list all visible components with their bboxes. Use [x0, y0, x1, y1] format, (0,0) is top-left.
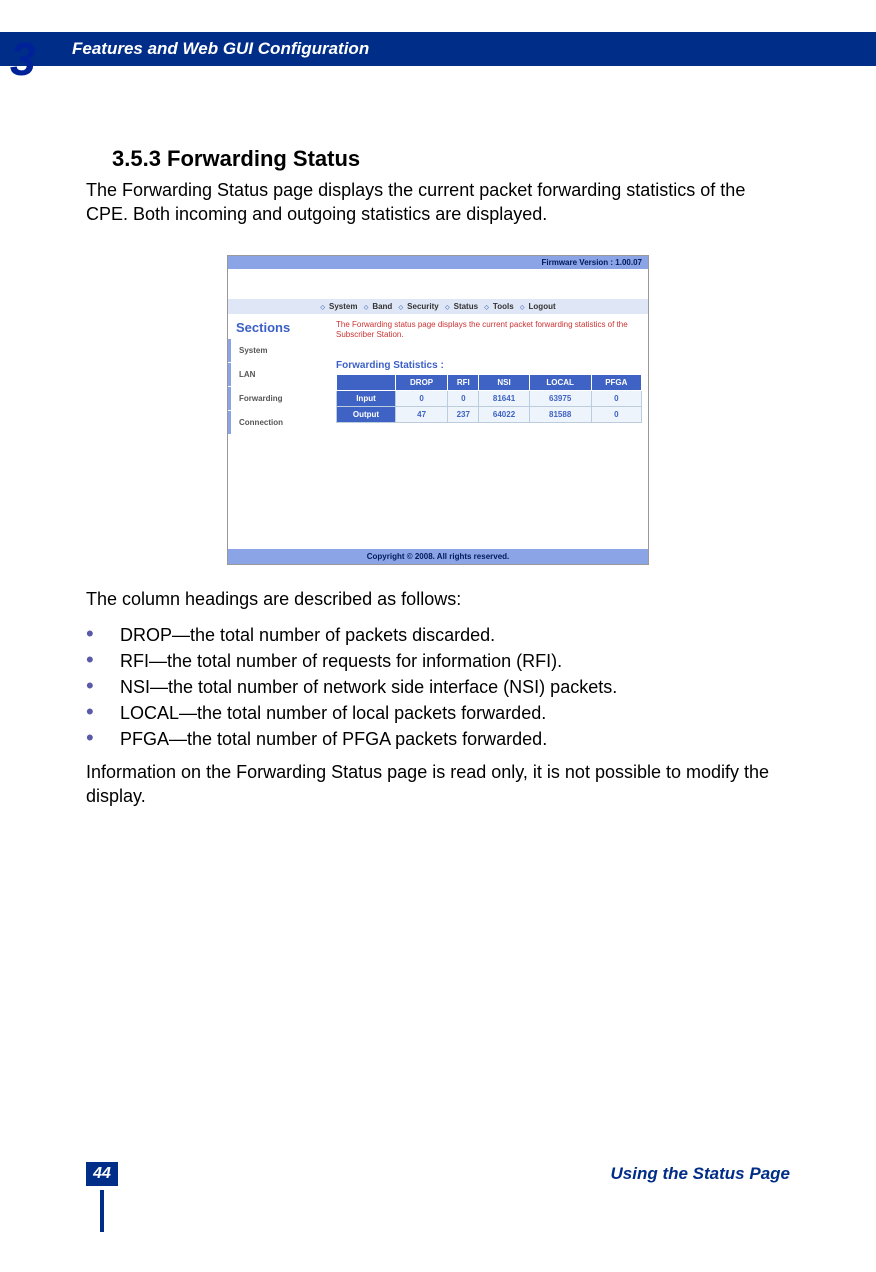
diamond-icon: ◇: [320, 305, 325, 311]
cell: 63975: [529, 391, 591, 407]
header-bar: Features and Web GUI Configuration: [0, 32, 876, 66]
diamond-icon: ◇: [484, 305, 489, 311]
list-item: RFI—the total number of requests for inf…: [120, 651, 562, 672]
logo-band: [228, 269, 648, 299]
footer-title: Using the Status Page: [118, 1164, 790, 1184]
cell: 47: [395, 407, 447, 423]
menu-item[interactable]: Tools: [493, 302, 514, 311]
diamond-icon: ◇: [364, 305, 369, 311]
chapter-number: 3: [10, 32, 36, 86]
sidebar-item-connection[interactable]: Connection: [228, 411, 328, 434]
page-footer: 44 Using the Status Page: [0, 1162, 876, 1232]
top-menu: ◇System ◇Band ◇Security ◇Status ◇Tools ◇…: [228, 299, 648, 314]
header-title: Features and Web GUI Configuration: [72, 39, 369, 59]
bullet-icon: •: [86, 625, 120, 646]
cell: 0: [448, 391, 479, 407]
menu-item[interactable]: Status: [454, 302, 478, 311]
col-rfi: RFI: [448, 375, 479, 391]
list-item: LOCAL—the total number of local packets …: [120, 703, 546, 724]
cell: 0: [591, 407, 641, 423]
row-label-input: Input: [337, 391, 396, 407]
cell: 237: [448, 407, 479, 423]
col-blank: [337, 375, 396, 391]
sidebar-item-forwarding[interactable]: Forwarding: [228, 387, 328, 410]
col-local: LOCAL: [529, 375, 591, 391]
list-item: PFGA—the total number of PFGA packets fo…: [120, 729, 547, 750]
sidebar-item-lan[interactable]: LAN: [228, 363, 328, 386]
closing-paragraph: Information on the Forwarding Status pag…: [86, 760, 790, 809]
sidebar: Sections System LAN Forwarding Connectio…: [228, 314, 328, 549]
cell: 0: [591, 391, 641, 407]
table-title: Forwarding Statistics :: [336, 360, 642, 371]
col-pfga: PFGA: [591, 375, 641, 391]
main-pane: The Forwarding status page displays the …: [328, 314, 648, 549]
page-number: 44: [86, 1162, 118, 1186]
bullet-icon: •: [86, 677, 120, 698]
bullet-icon: •: [86, 703, 120, 724]
menu-item[interactable]: Logout: [529, 302, 556, 311]
cell: 81588: [529, 407, 591, 423]
intro-paragraph: The Forwarding Status page displays the …: [86, 178, 790, 227]
cell: 64022: [479, 407, 529, 423]
screenshot-footer: Copyright © 2008. All rights reserved.: [228, 549, 648, 564]
columns-intro: The column headings are described as fol…: [86, 587, 790, 611]
section-heading: 3.5.3 Forwarding Status: [112, 146, 790, 172]
cell: 81641: [479, 391, 529, 407]
menu-item[interactable]: Band: [372, 302, 392, 311]
list-item: DROP—the total number of packets discard…: [120, 625, 495, 646]
col-nsi: NSI: [479, 375, 529, 391]
row-label-output: Output: [337, 407, 396, 423]
bullet-icon: •: [86, 729, 120, 750]
table-row: Input 0 0 81641 63975 0: [337, 391, 642, 407]
list-item: NSI—the total number of network side int…: [120, 677, 617, 698]
firmware-bar: Firmware Version : 1.00.07: [228, 256, 648, 269]
bullet-icon: •: [86, 651, 120, 672]
page-description: The Forwarding status page displays the …: [336, 320, 642, 341]
col-drop: DROP: [395, 375, 447, 391]
diamond-icon: ◇: [520, 305, 525, 311]
footer-accent-bar: [100, 1190, 876, 1232]
column-descriptions-list: •DROP—the total number of packets discar…: [86, 625, 790, 750]
menu-item[interactable]: System: [329, 302, 357, 311]
cell: 0: [395, 391, 447, 407]
sidebar-title: Sections: [228, 314, 328, 339]
sidebar-item-system[interactable]: System: [228, 339, 328, 362]
diamond-icon: ◇: [399, 305, 404, 311]
table-row: Output 47 237 64022 81588 0: [337, 407, 642, 423]
embedded-screenshot: Firmware Version : 1.00.07 ◇System ◇Band…: [227, 255, 649, 565]
diamond-icon: ◇: [445, 305, 450, 311]
forwarding-statistics-table: DROP RFI NSI LOCAL PFGA Input 0 0 81641 …: [336, 374, 642, 423]
menu-item[interactable]: Security: [407, 302, 439, 311]
